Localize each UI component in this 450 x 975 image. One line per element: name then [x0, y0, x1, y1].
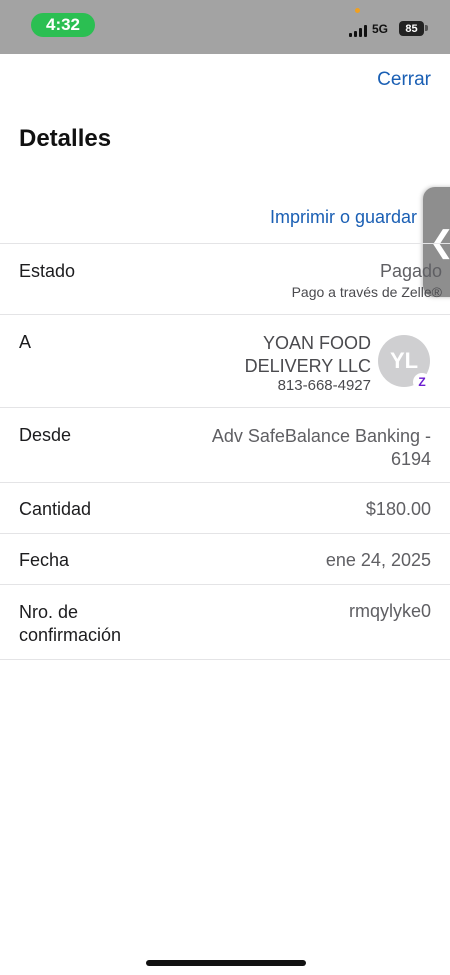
- recipient-name-line2: DELIVERY LLC: [244, 356, 371, 376]
- cellular-signal-icon: [349, 25, 369, 37]
- status-time[interactable]: 4:32: [31, 13, 95, 37]
- battery-level: 85: [405, 22, 418, 35]
- zelle-icon: Z: [413, 373, 431, 391]
- detail-row-status: Estado Pagado Pago a través de Zelle®: [0, 243, 450, 314]
- amount-label: Cantidad: [19, 499, 92, 519]
- status-bar: 4:32 5G 85: [0, 0, 450, 54]
- confirmation-label-line1: Nro. de: [19, 602, 79, 622]
- detail-row-from: Desde Adv SafeBalance Banking - 6194: [0, 407, 450, 482]
- status-subtext: Pago a través de Zelle®: [291, 284, 442, 300]
- print-or-save-link[interactable]: Imprimir o guardar: [270, 207, 417, 228]
- details-screen: 4:32 5G 85 Cerrar Detalles Imprimir o gu…: [0, 0, 450, 975]
- battery-tip: [425, 25, 428, 31]
- status-value: Pagado: [379, 261, 442, 281]
- confirmation-label-line2: confirmación: [19, 625, 122, 645]
- from-account-line1: Adv SafeBalance Banking -: [211, 426, 431, 446]
- detail-row-recipient: A YOAN FOOD DELIVERY LLC 813-668-4927 YL…: [0, 314, 450, 407]
- date-label: Fecha: [19, 550, 70, 570]
- home-indicator[interactable]: [146, 960, 306, 966]
- battery-icon: 85: [399, 21, 424, 36]
- confirmation-label: Nro. de confirmación: [19, 601, 121, 647]
- from-account: Adv SafeBalance Banking - 6194: [212, 425, 431, 471]
- detail-row-date: Fecha ene 24, 2025: [0, 533, 450, 584]
- network-type: 5G: [372, 22, 389, 36]
- privacy-indicator-dot: [355, 8, 360, 13]
- from-account-line2: 6194: [390, 449, 431, 469]
- recipient-name-line1: YOAN FOOD: [262, 333, 371, 353]
- detail-row-confirmation: Nro. de confirmación rmqylyke0: [0, 584, 450, 660]
- recipient-label: A: [19, 332, 32, 352]
- amount-value: $180.00: [365, 499, 431, 519]
- date-value: ene 24, 2025: [325, 550, 431, 570]
- status-label: Estado: [19, 261, 76, 281]
- recipient-name: YOAN FOOD DELIVERY LLC: [245, 332, 371, 378]
- close-button[interactable]: Cerrar: [377, 69, 431, 91]
- detail-row-amount: Cantidad $180.00: [0, 482, 450, 533]
- confirmation-value: rmqylyke0: [348, 601, 431, 621]
- from-label: Desde: [19, 425, 72, 445]
- recipient-phone: 813-668-4927: [277, 377, 371, 394]
- page-title: Detalles: [19, 125, 112, 152]
